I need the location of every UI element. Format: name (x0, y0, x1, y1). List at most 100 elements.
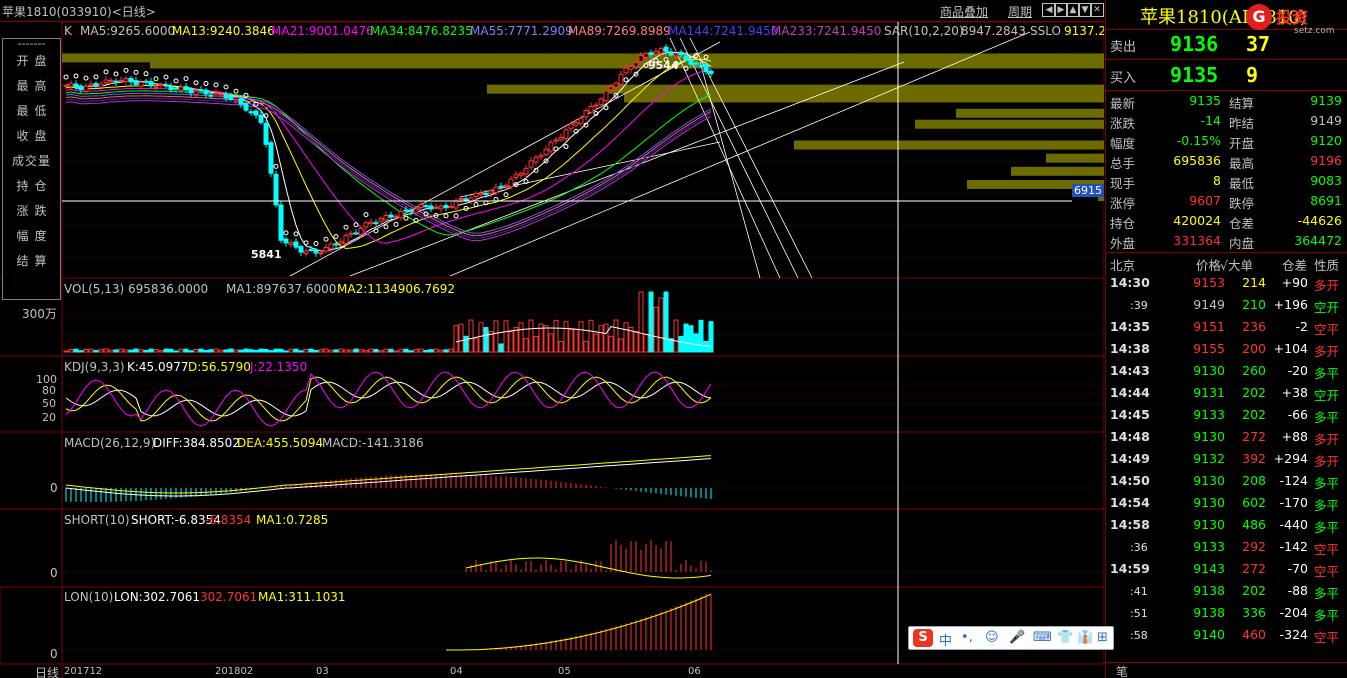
candle-body (693, 62, 699, 65)
tick-nature: 空平 (1314, 542, 1340, 557)
volume-bar (463, 335, 469, 353)
ime-keyboard-icon[interactable]: ⌨ (1033, 630, 1052, 645)
tick-row[interactable]: 14:50 9130 208 -124 多平 (1106, 470, 1347, 492)
volume-bar (678, 335, 684, 353)
ime-logo-icon[interactable]: S (913, 629, 933, 647)
candle-body (663, 46, 669, 52)
sar-dot (123, 67, 129, 73)
tick-price: 9130 (1193, 517, 1225, 532)
volume-bar (653, 306, 659, 353)
period-corner-label[interactable]: 日线 (35, 664, 59, 678)
kline-chart[interactable] (0, 22, 1104, 678)
tick-row[interactable]: 14:44 9131 202 +38 空开 (1106, 382, 1347, 404)
volume-bar (698, 319, 704, 353)
tick-row[interactable]: :58 9140 460 -324 空平 (1106, 624, 1347, 646)
ime-mic-icon[interactable]: 🎤 (1009, 630, 1025, 645)
tick-row[interactable]: 14:30 9153 214 +90 多开 (1106, 272, 1347, 294)
tick-row[interactable]: 14:54 9130 602 -170 多平 (1106, 492, 1347, 514)
vol-ma2-label: MA2:1134906.7692 (337, 282, 456, 296)
tick-row[interactable]: :39 9149 210 +196 空开 (1106, 294, 1347, 316)
tick-row[interactable]: :41 9138 202 -88 多平 (1106, 580, 1347, 602)
volume-bar (343, 349, 349, 353)
sar-dot (333, 234, 339, 240)
tick-row[interactable]: 14:43 9130 260 -20 多平 (1106, 360, 1347, 382)
candle-body (518, 172, 524, 176)
ime-chinese-icon[interactable]: 中 (939, 630, 952, 649)
tick-row[interactable]: 14:38 9155 200 +104 多开 (1106, 338, 1347, 360)
candle-body (223, 93, 229, 99)
candle-body (568, 123, 574, 129)
volume-bar (313, 349, 319, 353)
ma55-label: MA55:7771.2909 (470, 24, 573, 38)
candle-body (303, 250, 309, 255)
volume-bar (253, 349, 259, 353)
ime-skin-icon[interactable]: 👕 (1057, 630, 1073, 645)
ma-line (65, 51, 712, 252)
stat-value: 8691 (1310, 193, 1342, 208)
volume-bar (108, 349, 114, 353)
close-icon[interactable]: ✕ (1090, 3, 1104, 17)
tick-row[interactable]: :36 9133 292 -142 空平 (1106, 536, 1347, 558)
candle-body (333, 243, 339, 246)
tick-position-diff: +104 (1273, 341, 1308, 356)
volume-bar (63, 350, 69, 353)
volume-bar (563, 321, 569, 353)
candle-body (708, 70, 714, 75)
kdj-line (65, 381, 712, 417)
candle-body (268, 142, 274, 174)
tick-position-diff: -170 (1279, 495, 1308, 510)
volume-bar (448, 348, 454, 353)
kdj-axis-20: 20 (42, 411, 56, 424)
volume-bar (593, 333, 599, 353)
candle-body (198, 89, 204, 92)
ime-grid-icon[interactable]: ⊞ (1097, 630, 1108, 645)
tick-nature: 多平 (1314, 476, 1340, 491)
macd-axis-0: 0 (50, 481, 58, 495)
volume-bar (458, 323, 464, 353)
period-link[interactable]: 周期 (1008, 3, 1032, 20)
volume-bar (398, 348, 404, 353)
tick-row[interactable]: 14:49 9132 392 +294 多开 (1106, 448, 1347, 470)
ime-emoji-icon[interactable]: ☺ (985, 630, 999, 645)
tick-position-diff: +90 (1281, 275, 1308, 290)
sslo-label: SSLO (1030, 24, 1061, 38)
candle-body (458, 197, 464, 200)
volume-bar (238, 349, 244, 353)
tick-time: 14:59 (1110, 561, 1150, 576)
ime-punct-icon[interactable]: •, (961, 630, 973, 645)
volume-bar (603, 323, 609, 353)
stat-row: 外盘 331364 内盘 364472 (1106, 231, 1347, 251)
volume-bar (418, 348, 424, 353)
vol-axis-label: 300万 (22, 307, 57, 321)
sidebar-footer[interactable]: 笔 (1106, 662, 1347, 678)
volume-bar (588, 319, 594, 353)
tick-nature: 多平 (1314, 608, 1340, 623)
tick-row[interactable]: 14:45 9133 202 -66 多平 (1106, 404, 1347, 426)
stat-value: 9196 (1310, 153, 1342, 168)
sar-dot (563, 144, 569, 150)
sar-dot (503, 192, 509, 198)
tick-row[interactable]: 14:48 9130 272 +88 多开 (1106, 426, 1347, 448)
volume-bar (508, 331, 514, 353)
candle-body (283, 238, 289, 244)
overlay-link[interactable]: 商品叠加 (940, 3, 988, 20)
volume-bar (483, 327, 489, 353)
sar-dot (293, 231, 299, 237)
volume-bar (243, 348, 249, 353)
tick-row[interactable]: 14:35 9151 236 -2 空平 (1106, 316, 1347, 338)
tick-price: 9131 (1193, 385, 1225, 400)
volume-bar (608, 335, 614, 353)
candle-body (383, 214, 389, 221)
trend-line (679, 37, 799, 279)
tick-nature: 多平 (1314, 410, 1340, 425)
tick-row[interactable]: :51 9138 336 -204 多平 (1106, 602, 1347, 624)
volume-bar (163, 348, 169, 353)
tick-row[interactable]: 14:58 9130 486 -440 多平 (1106, 514, 1347, 536)
tick-price: 9149 (1193, 297, 1225, 312)
ime-tools-icon[interactable]: 👔 (1077, 630, 1093, 645)
volume-bar (683, 323, 689, 353)
tick-time: :51 (1130, 607, 1148, 620)
tick-row[interactable]: 14:59 9143 272 -70 空平 (1106, 558, 1347, 580)
xaxis-label: 201802 (215, 666, 254, 677)
ime-toolbar[interactable]: S 中 •, ☺ 🎤 ⌨ 👕 👔 ⊞ (908, 626, 1114, 650)
